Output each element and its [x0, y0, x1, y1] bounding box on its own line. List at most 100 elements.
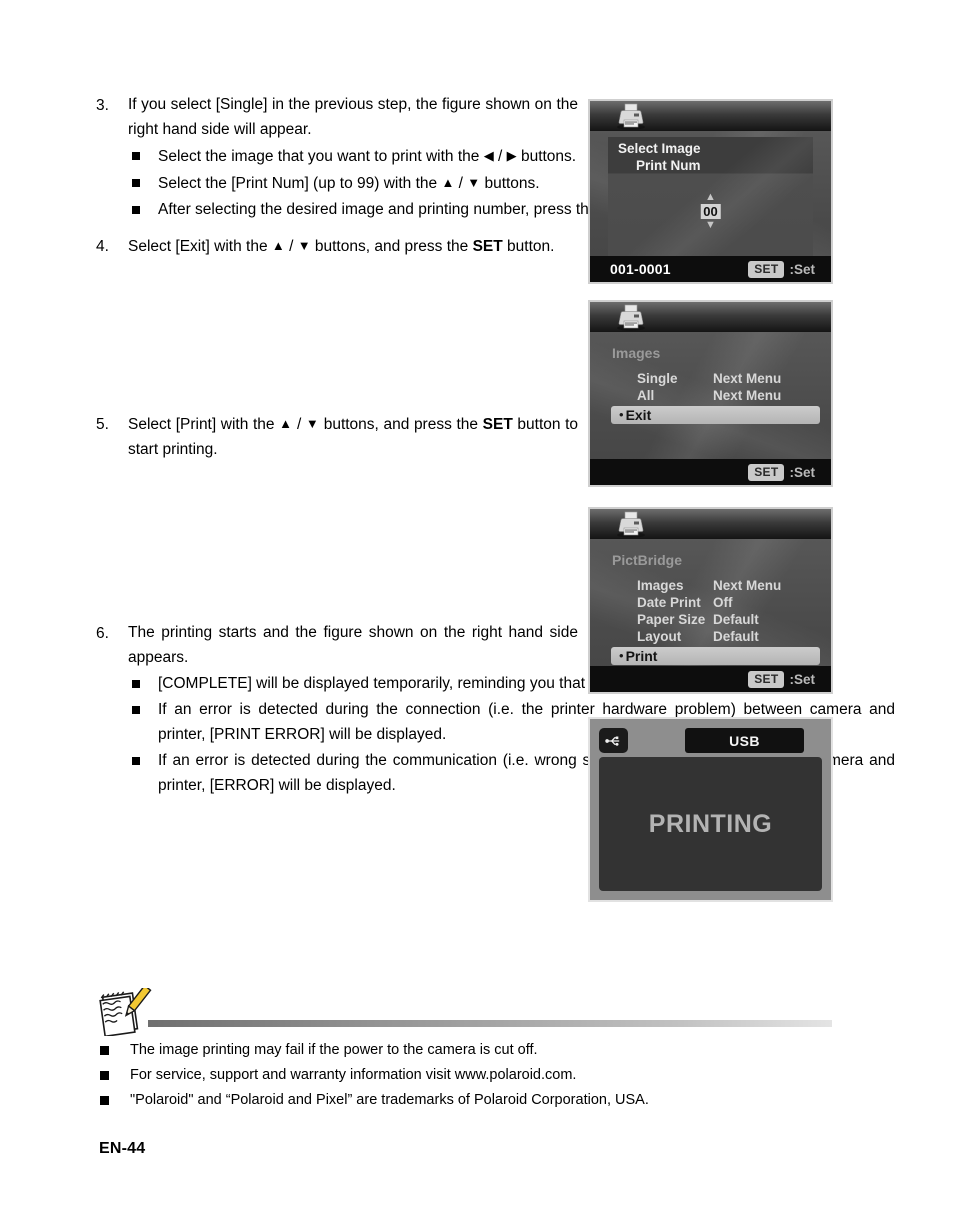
- menu-row-key: Exit: [625, 407, 652, 423]
- square-bullet-icon: [96, 1040, 130, 1055]
- step-3-number: 3.: [96, 97, 109, 114]
- step-4-text: Select [Exit] with the ▲ / ▼ buttons, an…: [128, 233, 578, 259]
- b1-slash: /: [498, 148, 503, 165]
- screen-topbar: [590, 509, 831, 539]
- step-6-intro: The printing starts and the figure shown…: [128, 624, 578, 666]
- screen-statusbar: 001-0001 SET :Set: [590, 256, 831, 282]
- note-text: For service, support and warranty inform…: [130, 1067, 577, 1083]
- menu-rows: Single Next Menu All Next Menu • Exit: [590, 370, 831, 424]
- menu-row-value: Next Menu: [713, 388, 782, 403]
- menu-row-value: Next Menu: [713, 371, 782, 386]
- manual-page: 3. If you select [Single] in the previou…: [0, 0, 954, 1220]
- printer-icon: [614, 102, 648, 130]
- figure-pictbridge-menu-screen: PictBridge Images Next Menu Date Print O…: [588, 507, 833, 694]
- step-5-text: Select [Print] with the ▲ / ▼ buttons, a…: [128, 411, 578, 462]
- note-item: For service, support and warranty inform…: [96, 1065, 836, 1086]
- printing-status-area: PRINTING: [599, 757, 822, 891]
- step-3-intro: If you select [Single] in the previous s…: [128, 96, 578, 138]
- s5-b: buttons, and press the: [323, 416, 479, 433]
- left-arrow-icon: ◀: [483, 148, 494, 163]
- note-item: The image printing may fail if the power…: [96, 1040, 836, 1061]
- page-number: EN-44: [99, 1140, 146, 1157]
- down-arrow-icon: ▼: [467, 175, 481, 190]
- s4-c: button.: [507, 238, 555, 255]
- menu-row-key: Layout: [637, 629, 682, 644]
- screen-topbar: [590, 302, 831, 332]
- set-button-ref: SET: [482, 416, 513, 433]
- up-arrow-icon[interactable]: ▲: [700, 192, 720, 203]
- set-badge[interactable]: SET: [748, 463, 785, 481]
- b1-a: Select the image that you want to print …: [158, 148, 480, 165]
- printer-icon: [614, 303, 648, 331]
- b3-a: After selecting the desired image and pr…: [158, 201, 598, 218]
- set-hint-label: :Set: [789, 671, 815, 687]
- printing-status-text: PRINTING: [648, 809, 773, 838]
- s5-a: Select [Print] with the: [128, 416, 275, 433]
- up-arrow-icon: ▲: [441, 175, 455, 190]
- print-num-value: 00: [700, 204, 721, 219]
- menu-row-all[interactable]: All Next Menu: [590, 387, 831, 404]
- b2-slash: /: [458, 175, 463, 192]
- note-text: "Polaroid" and “Polaroid and Pixel” are …: [130, 1092, 649, 1108]
- right-arrow-icon: ▶: [506, 148, 517, 163]
- set-hint-label: :Set: [789, 261, 815, 277]
- menu-row-value: Default: [713, 612, 759, 627]
- figure-images-menu-screen: Images Single Next Menu All Next Menu • …: [588, 300, 833, 487]
- usb-label: USB: [685, 728, 804, 753]
- s4-slash: /: [289, 238, 294, 255]
- print-num-label: Print Num: [636, 158, 701, 173]
- step-6-number: 6.: [96, 625, 109, 642]
- square-bullet-icon: [128, 748, 158, 765]
- menu-row-print-selected[interactable]: • Print: [611, 647, 820, 665]
- down-arrow-icon[interactable]: ▼: [700, 220, 720, 231]
- set-hint-label: :Set: [789, 464, 815, 480]
- b2-b: buttons.: [484, 175, 540, 192]
- square-bullet-icon: [128, 671, 158, 688]
- up-arrow-icon: ▲: [279, 416, 293, 431]
- note-list: The image printing may fail if the power…: [96, 1040, 836, 1115]
- set-badge[interactable]: SET: [748, 670, 785, 688]
- printing-topbar: USB: [599, 728, 822, 753]
- menu-row-value: Next Menu: [713, 578, 782, 593]
- menu-row-value: Off: [713, 595, 733, 610]
- menu-row-key: Date Print: [637, 595, 701, 610]
- note-divider: [148, 1020, 832, 1027]
- step-5-number: 5.: [96, 416, 109, 433]
- square-bullet-icon: [128, 197, 158, 214]
- select-image-title: Select Image: [618, 141, 701, 156]
- menu-row-key: Images: [637, 578, 684, 593]
- menu-row-images[interactable]: Images Next Menu: [590, 577, 831, 594]
- set-button-ref: SET: [472, 238, 503, 255]
- menu-row-key: All: [637, 388, 655, 403]
- square-bullet-icon: [96, 1090, 130, 1105]
- screen-topbar: [590, 101, 831, 131]
- menu-row-exit-selected[interactable]: • Exit: [611, 406, 820, 424]
- print-num-stepper[interactable]: ▲ 00 ▼: [700, 192, 721, 231]
- up-arrow-icon: ▲: [271, 238, 285, 253]
- down-arrow-icon: ▼: [297, 238, 311, 253]
- s4-a: Select [Exit] with the: [128, 238, 268, 255]
- square-bullet-icon: [128, 170, 158, 187]
- set-hint: SET :Set: [748, 463, 815, 481]
- menu-rows: Images Next Menu Date Print Off Paper Si…: [590, 577, 831, 665]
- menu-row-key: Paper Size: [637, 612, 706, 627]
- set-hint: SET :Set: [748, 670, 815, 688]
- screen-statusbar: SET :Set: [590, 666, 831, 692]
- s4-b: buttons, and press the: [314, 238, 469, 255]
- square-bullet-icon: [128, 697, 158, 714]
- down-arrow-icon: ▼: [305, 416, 320, 431]
- figure-printing-screen: USB PRINTING: [588, 717, 833, 902]
- note-text: The image printing may fail if the power…: [130, 1042, 538, 1058]
- square-bullet-icon: [96, 1065, 130, 1080]
- screen-statusbar: SET :Set: [590, 459, 831, 485]
- set-badge[interactable]: SET: [748, 260, 785, 278]
- menu-row-single[interactable]: Single Next Menu: [590, 370, 831, 387]
- menu-row-value: Default: [713, 629, 759, 644]
- menu-row-date-print[interactable]: Date Print Off: [590, 594, 831, 611]
- notepad-pencil-icon: [99, 984, 155, 1038]
- menu-row-key: Print: [625, 648, 658, 664]
- menu-row-paper-size[interactable]: Paper Size Default: [590, 611, 831, 628]
- menu-row-layout[interactable]: Layout Default: [590, 628, 831, 645]
- b2-a: Select the [Print Num] (up to 99) with t…: [158, 175, 438, 192]
- file-number: 001-0001: [610, 261, 671, 277]
